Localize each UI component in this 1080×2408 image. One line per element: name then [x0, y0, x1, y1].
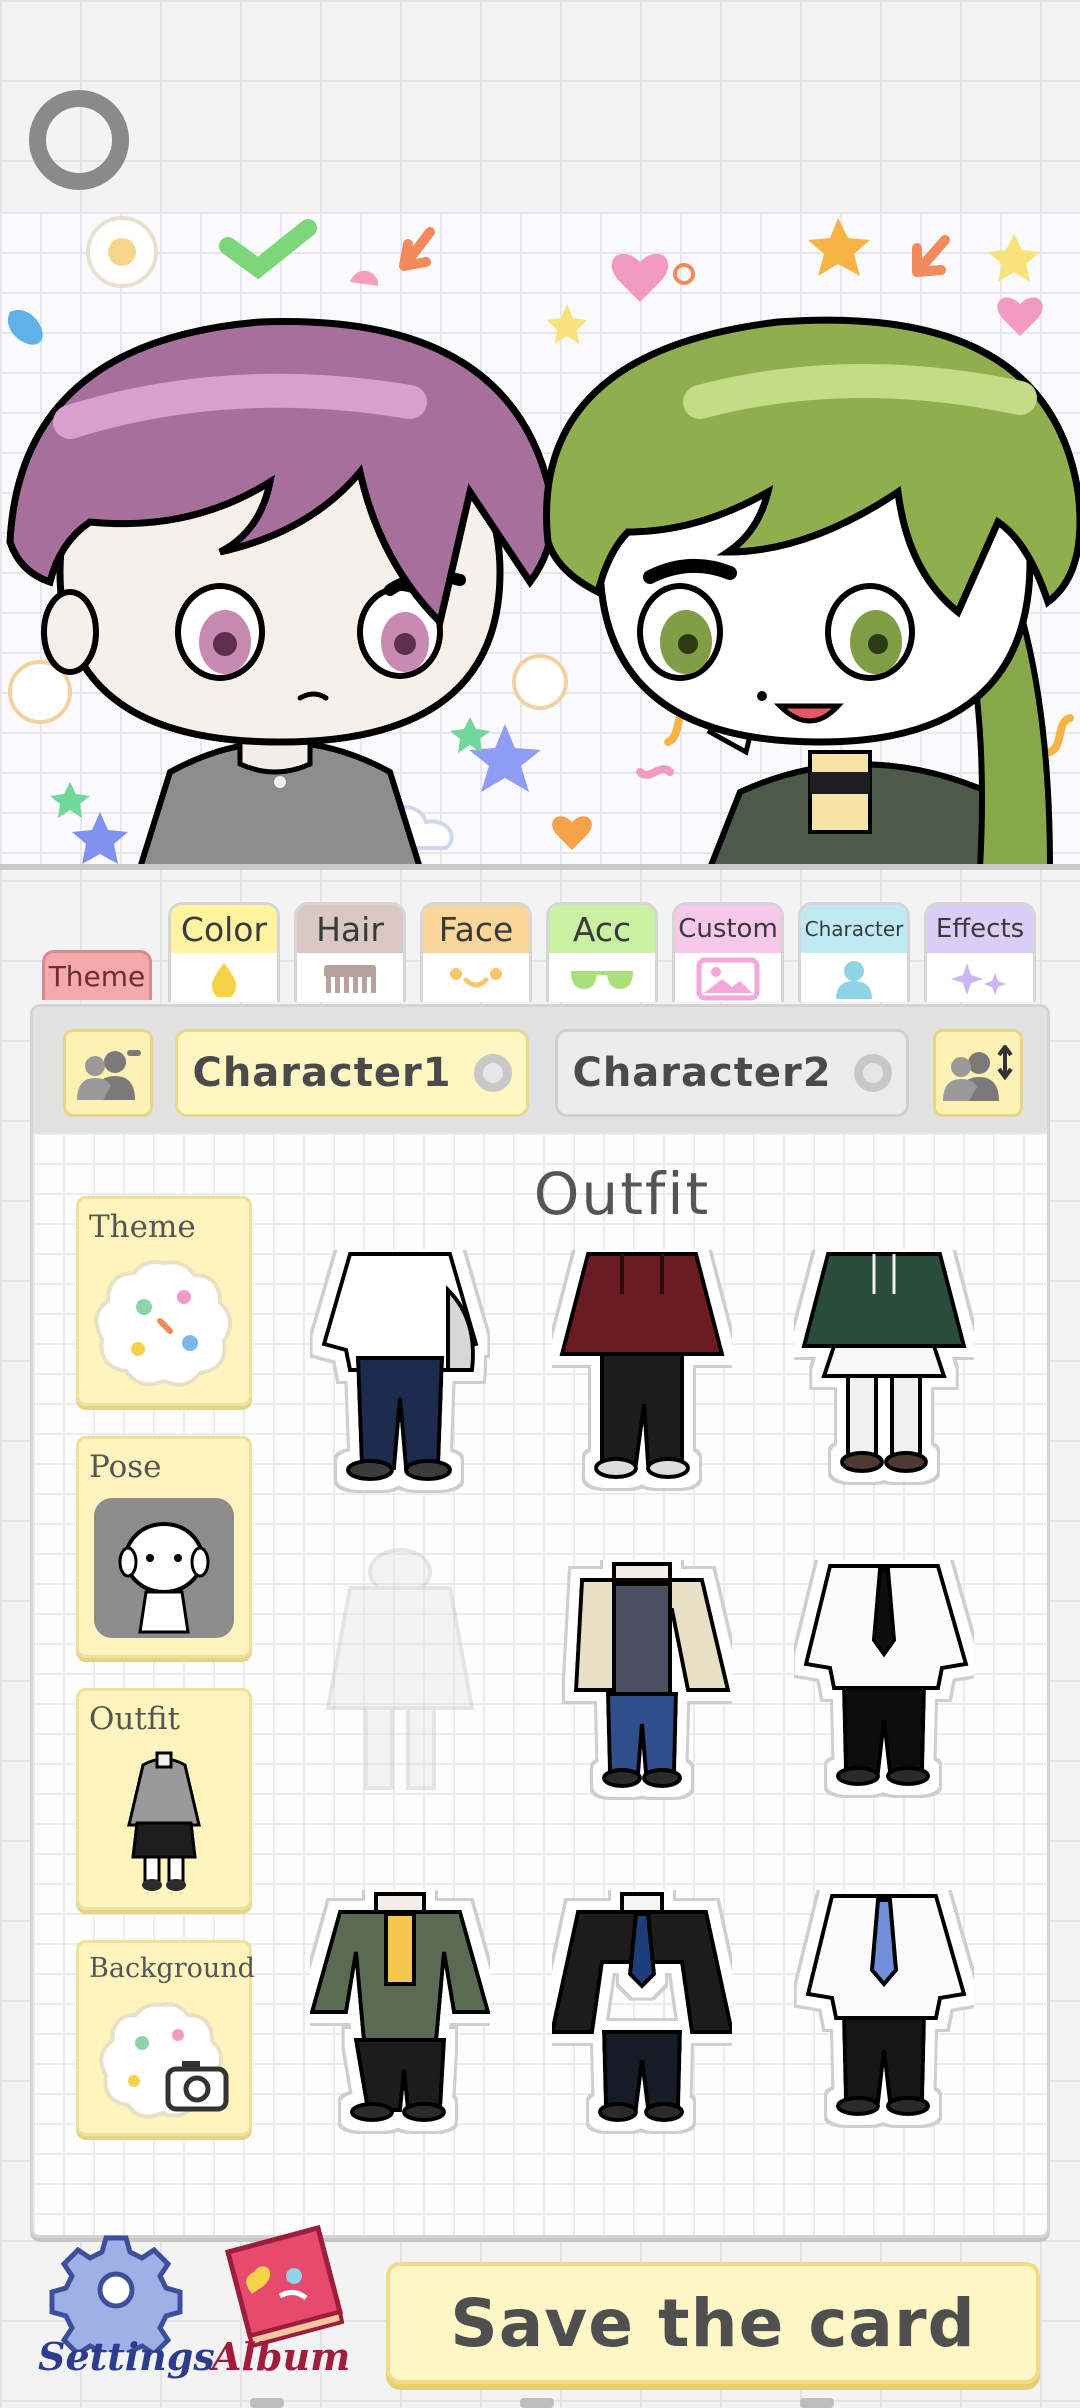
outfit-item-white-shirt-blue-tie[interactable] — [794, 1890, 974, 2140]
side-menu-outfit[interactable]: Outfit — [76, 1688, 252, 1910]
image-icon — [675, 953, 781, 1002]
face-icon — [423, 953, 529, 1002]
outfit-item-beige-coat[interactable] — [552, 1560, 732, 1810]
character1-label: Character1 — [192, 1050, 452, 1096]
album-book-icon — [224, 2224, 345, 2349]
pose-mannequin-icon — [93, 1495, 235, 1641]
comb-icon — [297, 953, 403, 1002]
nav-recent-hint — [800, 2398, 834, 2408]
character1-figure[interactable] — [6, 317, 556, 868]
character2-tab[interactable]: Character2 — [555, 1029, 909, 1117]
settings-label: Settings — [38, 2334, 215, 2379]
outfit-item-black-suit[interactable] — [549, 1890, 735, 2140]
swap-characters-button[interactable] — [933, 1029, 1023, 1117]
outfit-item-none-placeholder[interactable] — [310, 1548, 490, 1798]
character-settings-button[interactable] — [63, 1029, 153, 1117]
swap-people-icon — [943, 1045, 1013, 1101]
nav-back-hint — [250, 2398, 284, 2408]
side-menu-background-label: Background — [89, 1953, 255, 1984]
glasses-icon — [549, 953, 655, 1002]
tab-hair[interactable]: Hair — [294, 902, 406, 1002]
drop-icon — [171, 953, 277, 1002]
tab-hair-label: Hair — [297, 905, 403, 953]
save-card-button[interactable]: Save the card — [386, 2262, 1040, 2384]
tab-character[interactable]: Character — [798, 902, 910, 1002]
tab-effects-label: Effects — [927, 905, 1033, 953]
character-scene — [0, 212, 1080, 868]
sparkle-icon — [927, 953, 1033, 1002]
tab-acc-label: Acc — [549, 905, 655, 953]
tab-custom[interactable]: Custom — [672, 902, 784, 1002]
outfit-item-green-hoodie-skirt[interactable] — [794, 1250, 974, 1500]
character2-figure[interactable] — [543, 316, 1080, 868]
side-menu-theme[interactable]: Theme — [76, 1196, 252, 1406]
nav-home-hint — [520, 2398, 554, 2408]
side-menu-background[interactable]: Background — [76, 1940, 255, 2136]
character1-tab[interactable]: Character1 — [175, 1029, 529, 1117]
person-icon — [801, 953, 907, 1002]
tab-color-label: Color — [171, 905, 277, 953]
tab-face[interactable]: Face — [420, 902, 532, 1002]
save-card-label: Save the card — [450, 2284, 976, 2362]
outfit-item-white-shirt-jeans[interactable] — [310, 1250, 490, 1500]
side-menu-pose[interactable]: Pose — [76, 1436, 252, 1658]
gear-icon[interactable] — [853, 1054, 892, 1092]
tab-theme[interactable]: Theme — [42, 950, 152, 1000]
outfit-preview-icon — [93, 1747, 235, 1893]
side-menu-pose-label: Pose — [89, 1449, 162, 1485]
outfit-item-green-jacket[interactable] — [309, 1890, 491, 2140]
character2-label: Character2 — [572, 1050, 832, 1096]
background-camera-icon — [93, 1999, 235, 2119]
people-icon — [77, 1050, 141, 1100]
theme-preview-icon — [93, 1255, 235, 1389]
tab-custom-label: Custom — [675, 905, 781, 953]
scene-divider — [0, 864, 1080, 870]
tab-acc[interactable]: Acc — [546, 902, 658, 1002]
side-menu-theme-label: Theme — [89, 1209, 196, 1245]
character-selector-bar: Character1 Character2 — [33, 1007, 1047, 1133]
outfit-item-white-shirt-tie[interactable] — [794, 1560, 974, 1810]
tab-character-label: Character — [801, 905, 907, 953]
section-title: Outfit — [533, 1160, 711, 1228]
side-menu-outfit-label: Outfit — [89, 1701, 180, 1737]
tab-color[interactable]: Color — [168, 902, 280, 1002]
record-ring-icon[interactable] — [29, 90, 129, 190]
scene-illustration — [6, 216, 1080, 868]
tab-effects[interactable]: Effects — [924, 902, 1036, 1002]
outfit-item-maroon-hoodie[interactable] — [552, 1250, 732, 1500]
gear-icon[interactable] — [473, 1054, 512, 1092]
album-label: Album — [212, 2334, 351, 2379]
album-button[interactable] — [214, 2222, 345, 2352]
tab-face-label: Face — [423, 905, 529, 953]
tab-theme-label: Theme — [48, 960, 146, 993]
